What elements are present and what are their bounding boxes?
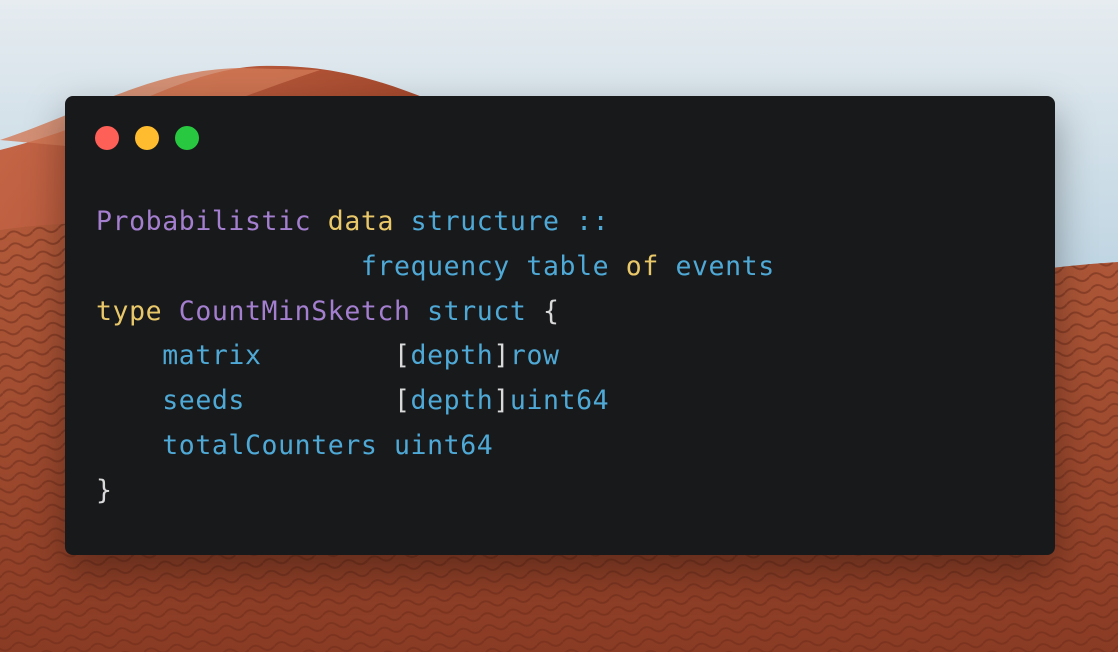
code-line: } <box>96 469 775 514</box>
code-line: totalCounters uint64 <box>96 424 775 469</box>
code-token: uint64 <box>509 385 610 417</box>
code-token: row <box>509 340 560 372</box>
code-token: } <box>96 474 113 506</box>
code-token: depth <box>410 340 494 372</box>
code-token: [ <box>245 385 411 417</box>
code-token: [ <box>261 340 411 372</box>
code-token: ] <box>493 385 510 417</box>
code-token: CountMinSketch <box>178 295 411 327</box>
code-token: frequency table <box>360 250 610 282</box>
window-controls <box>95 126 199 150</box>
code-token: structure :: <box>410 206 610 237</box>
code-token: seeds <box>162 385 245 417</box>
maximize-dot[interactable] <box>175 126 199 150</box>
code-token: Probabilistic <box>96 206 312 237</box>
code-line: type CountMinSketch struct { <box>96 290 775 335</box>
code-token: of <box>625 250 659 282</box>
code-token: struct <box>427 295 527 327</box>
code-line: frequency table of events <box>96 245 775 290</box>
code-token: totalCounters <box>162 429 378 461</box>
code-line: matrix [depth]row <box>96 334 775 379</box>
code-token: matrix <box>162 340 262 372</box>
code-block: Probabilistic data structure :: frequenc… <box>96 200 775 514</box>
code-line: seeds [depth]uint64 <box>96 379 775 424</box>
code-line: Probabilistic data structure :: <box>96 200 775 245</box>
code-token: { <box>526 295 560 327</box>
code-token: events <box>675 250 775 282</box>
code-token: depth <box>410 385 494 417</box>
code-token: type <box>96 295 163 327</box>
code-token: data <box>327 206 394 237</box>
code-token: ] <box>493 340 510 372</box>
minimize-dot[interactable] <box>135 126 159 150</box>
close-dot[interactable] <box>95 126 119 150</box>
code-token: uint64 <box>394 429 494 461</box>
